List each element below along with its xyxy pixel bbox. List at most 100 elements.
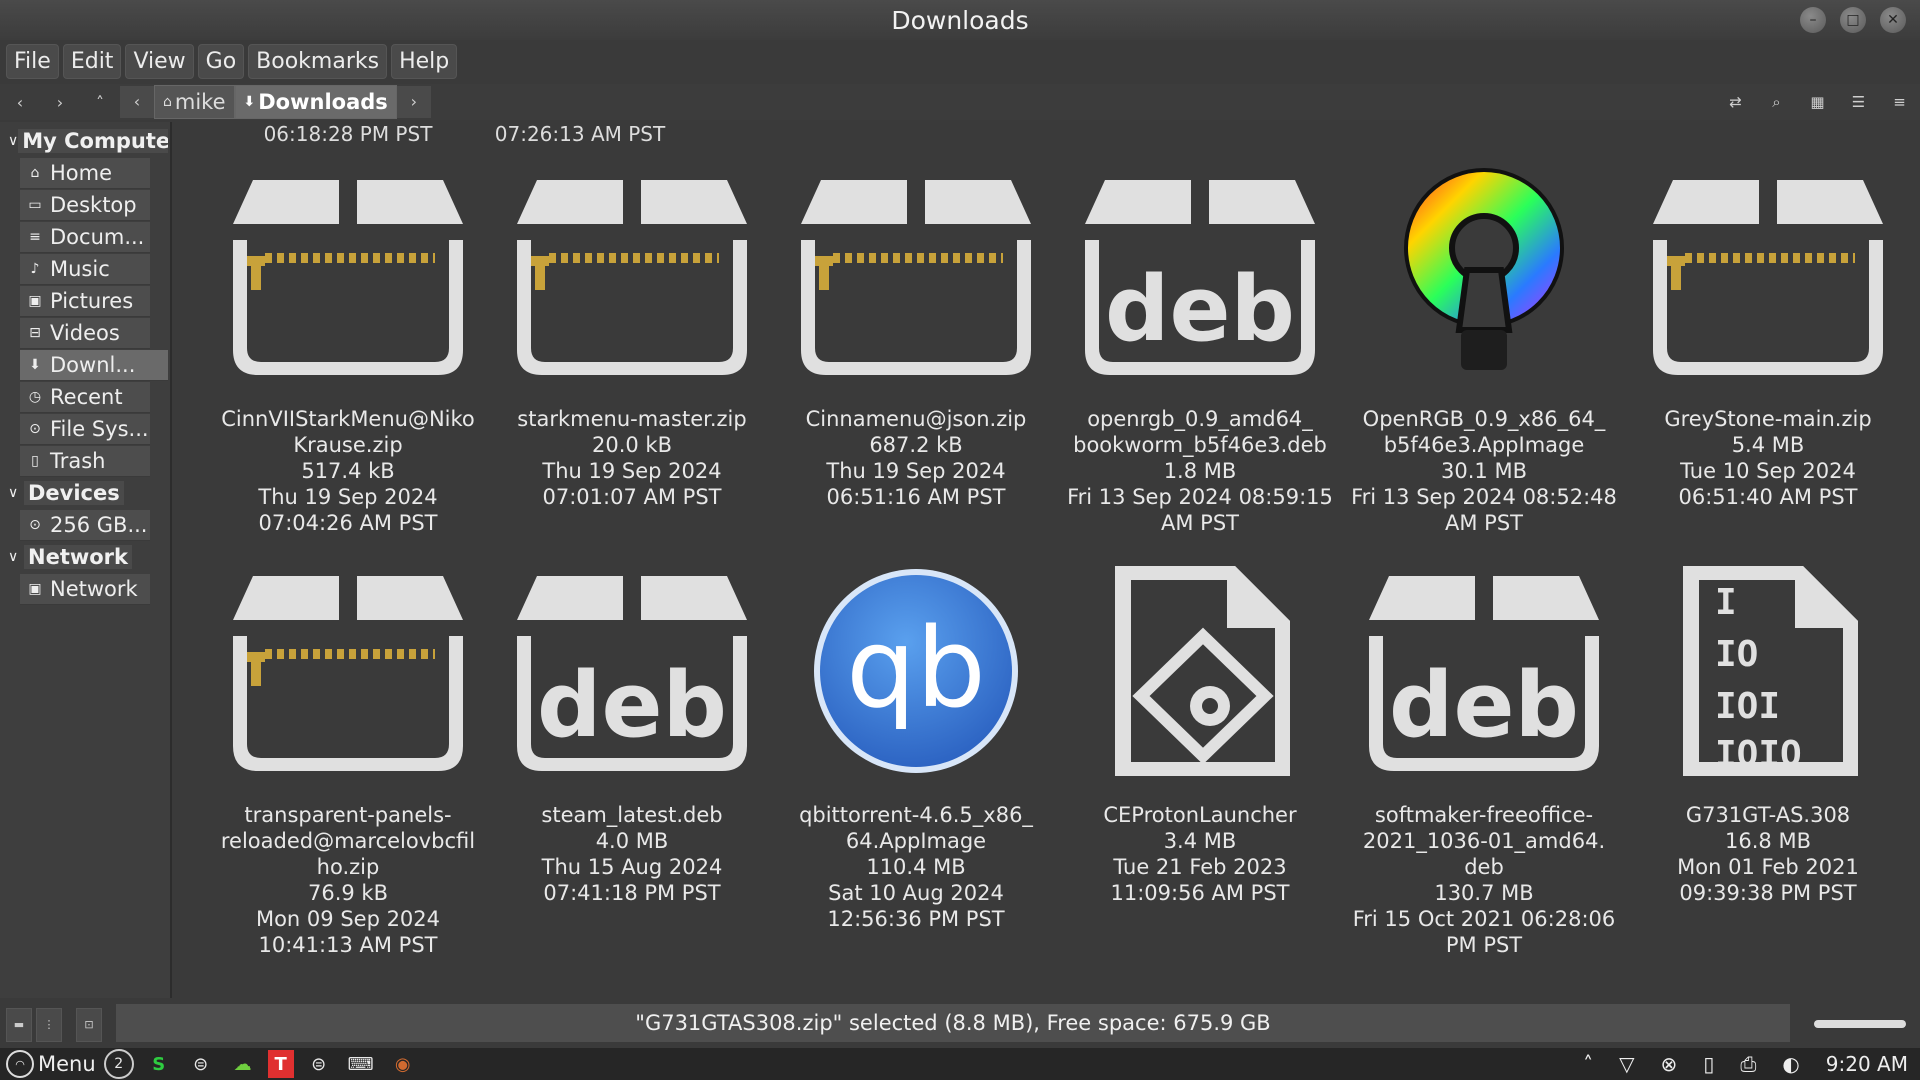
- file-item[interactable]: Cinnamenu@json.zip 687.2 kB Thu 19 Sep 2…: [774, 150, 1058, 510]
- maximize-icon[interactable]: □: [1840, 7, 1866, 33]
- section-my-computer[interactable]: ∨ My Computer: [8, 126, 168, 156]
- deb-package-icon: deb: [1085, 180, 1315, 375]
- music-icon: ♪: [30, 261, 40, 277]
- sidebar-tree-icon[interactable]: ⋮: [36, 1008, 62, 1042]
- sidebar-item-videos[interactable]: ⊟ Videos: [20, 318, 150, 349]
- svg-text:I: I: [1715, 582, 1737, 623]
- recent-icon: ◷: [28, 389, 42, 405]
- list-view-icon[interactable]: ☰: [1838, 93, 1879, 111]
- file-item[interactable]: qb qbittorrent-4.6.5_x86_ 64.AppImage 11…: [774, 546, 1058, 932]
- menu-bar: File Edit View Go Bookmarks Help: [0, 40, 1920, 82]
- file-item[interactable]: CinnVIIStarkMenu@Niko Krause.zip 517.4 k…: [206, 150, 490, 536]
- file-item[interactable]: deb steam_latest.deb 4.0 MB Thu 15 Aug 2…: [490, 546, 774, 906]
- downloads-icon: ⬇: [29, 357, 41, 373]
- app-icon[interactable]: ⊜: [184, 1050, 218, 1078]
- desktop-icon: ▭: [28, 197, 42, 213]
- printer-icon[interactable]: ⎙: [1740, 1052, 1756, 1076]
- file-item[interactable]: OpenRGB_0.9_x86_64_ b5f46e3.AppImage 30.…: [1342, 150, 1626, 536]
- svg-text:IOIO: IOIO: [1715, 734, 1802, 775]
- app3-icon[interactable]: ◉: [386, 1050, 420, 1078]
- executable-icon: [1115, 566, 1290, 776]
- menu-file[interactable]: File: [6, 43, 59, 79]
- deb-package-icon: deb: [517, 576, 747, 771]
- chevron-down-icon: ∨: [8, 549, 19, 565]
- search-icon[interactable]: ⌕: [1756, 93, 1797, 111]
- sidebar-places-icon[interactable]: ▬: [6, 1008, 32, 1042]
- sidebar-item-downloads[interactable]: ⬇ Downl...: [20, 350, 168, 381]
- toggle-location-icon[interactable]: ⇄: [1715, 93, 1756, 111]
- file-item[interactable]: transparent-panels- reloaded@marcelovbcf…: [206, 546, 490, 958]
- videos-icon: ⊟: [29, 325, 41, 341]
- sidebar-item-pictures[interactable]: ▣ Pictures: [20, 286, 150, 317]
- menu-help[interactable]: Help: [391, 43, 458, 79]
- svg-text:IOI: IOI: [1715, 686, 1780, 727]
- menu-edit[interactable]: Edit: [62, 43, 122, 79]
- sidebar-item-recent[interactable]: ◷ Recent: [20, 382, 150, 413]
- compact-view-icon[interactable]: ≡: [1879, 93, 1920, 111]
- home-icon: ⌂: [30, 165, 40, 181]
- file-item[interactable]: starkmenu-master.zip 20.0 kB Thu 19 Sep …: [490, 150, 774, 510]
- file-item[interactable]: GreyStone-main.zip 5.4 MB Tue 10 Sep 202…: [1626, 150, 1910, 510]
- deb-package-icon: deb: [1369, 576, 1599, 771]
- sidebar-item-network[interactable]: ▣ Network: [20, 574, 150, 605]
- sidebar-item-filesystem[interactable]: ⊙ File Sys...: [20, 414, 150, 445]
- s-app-icon[interactable]: S: [142, 1050, 176, 1078]
- file-item[interactable]: I IO IOI IOIO G731GT-AS.308 16.8 MB Mon …: [1626, 546, 1910, 906]
- display-icon[interactable]: ◐: [1782, 1052, 1799, 1076]
- qbittorrent-icon: qb: [814, 569, 1018, 773]
- home-icon: ⌂: [163, 94, 172, 110]
- back-icon[interactable]: ‹: [0, 93, 40, 112]
- clock[interactable]: 9:20 AM: [1826, 1052, 1908, 1076]
- close-icon[interactable]: ✕: [1880, 7, 1906, 33]
- sidebar-item-music[interactable]: ♪ Music: [20, 254, 150, 285]
- section-devices[interactable]: ∨ Devices: [8, 478, 168, 508]
- workspace-icon[interactable]: 2: [103, 1049, 134, 1079]
- mint-logo-icon: ◠: [6, 1050, 34, 1078]
- file-item[interactable]: CEProtonLauncher 3.4 MB Tue 21 Feb 2023 …: [1058, 546, 1342, 906]
- terminal-icon[interactable]: ⌨: [344, 1050, 378, 1078]
- t-app-icon[interactable]: T: [267, 1050, 294, 1078]
- breadcrumb-downloads[interactable]: ⬇ Downloads: [234, 85, 397, 119]
- file-item[interactable]: deb openrgb_0.9_amd64_ bookworm_b5f46e3.…: [1058, 150, 1342, 536]
- vpn-icon[interactable]: ▽: [1619, 1052, 1634, 1076]
- clipboard-icon[interactable]: ▯: [1703, 1052, 1714, 1076]
- sidebar-item-home[interactable]: ⌂ Home: [20, 158, 150, 189]
- download-icon: ⬇: [243, 94, 256, 110]
- zoom-slider[interactable]: [1814, 1020, 1906, 1028]
- system-tray: ˄ ▽ ⊗ ▯ ⎙ ◐ 9:20 AM: [1583, 1048, 1908, 1080]
- menu-view[interactable]: View: [125, 43, 194, 79]
- pictures-icon: ▣: [28, 293, 42, 309]
- forward-icon[interactable]: ›: [40, 93, 80, 112]
- cloud-icon[interactable]: ☁: [226, 1050, 260, 1078]
- network-icon: ▣: [28, 581, 42, 597]
- icon-view-icon[interactable]: ▦: [1797, 93, 1838, 111]
- zip-archive-icon: [801, 180, 1031, 375]
- zip-archive-icon: [233, 180, 463, 375]
- menu-bookmarks[interactable]: Bookmarks: [248, 43, 388, 79]
- chevron-up-icon[interactable]: ˄: [1583, 1052, 1593, 1076]
- up-icon[interactable]: ˄: [80, 93, 120, 112]
- breadcrumb-home[interactable]: ⌂ mike: [154, 85, 235, 119]
- hide-sidebar-icon[interactable]: ⊡: [76, 1008, 102, 1042]
- zip-archive-icon: [233, 576, 463, 771]
- breadcrumb-right-icon[interactable]: ›: [396, 86, 431, 118]
- sidebar-item-desktop[interactable]: ▭ Desktop: [20, 190, 150, 221]
- file-item[interactable]: deb softmaker-freeoffice- 2021_1036-01_a…: [1342, 546, 1626, 958]
- documents-icon: ≡: [29, 229, 41, 245]
- breadcrumb-left-icon[interactable]: ‹: [120, 86, 154, 118]
- svg-text:qb: qb: [846, 604, 986, 732]
- app2-icon[interactable]: ⊜: [302, 1050, 336, 1078]
- sidebar-item-documents[interactable]: ≡ Docum...: [20, 222, 150, 253]
- sidebar-item-trash[interactable]: ▯ Trash: [20, 446, 150, 477]
- network-icon[interactable]: ⊗: [1661, 1052, 1678, 1076]
- section-network[interactable]: ∨ Network: [8, 542, 168, 572]
- svg-text:deb: deb: [537, 653, 727, 758]
- menu-go[interactable]: Go: [197, 43, 245, 79]
- sidebar-item-drive[interactable]: ⊙ 256 GB...: [20, 510, 150, 541]
- minimize-icon[interactable]: –: [1800, 7, 1826, 33]
- binary-file-icon: I IO IOI IOIO: [1683, 566, 1858, 776]
- sidebar: ∨ My Computer ⌂ Home ▭ Desktop ≡ Docum... ♪…: [0, 122, 172, 998]
- chevron-down-icon: ∨: [8, 485, 19, 501]
- toolbar: ‹ › ˄ ‹ ⌂ mike ⬇ Downloads › ⇄ ⌕ ▦ ☰ ≡: [0, 84, 1920, 120]
- menu-button[interactable]: ◠ Menu: [0, 1050, 96, 1078]
